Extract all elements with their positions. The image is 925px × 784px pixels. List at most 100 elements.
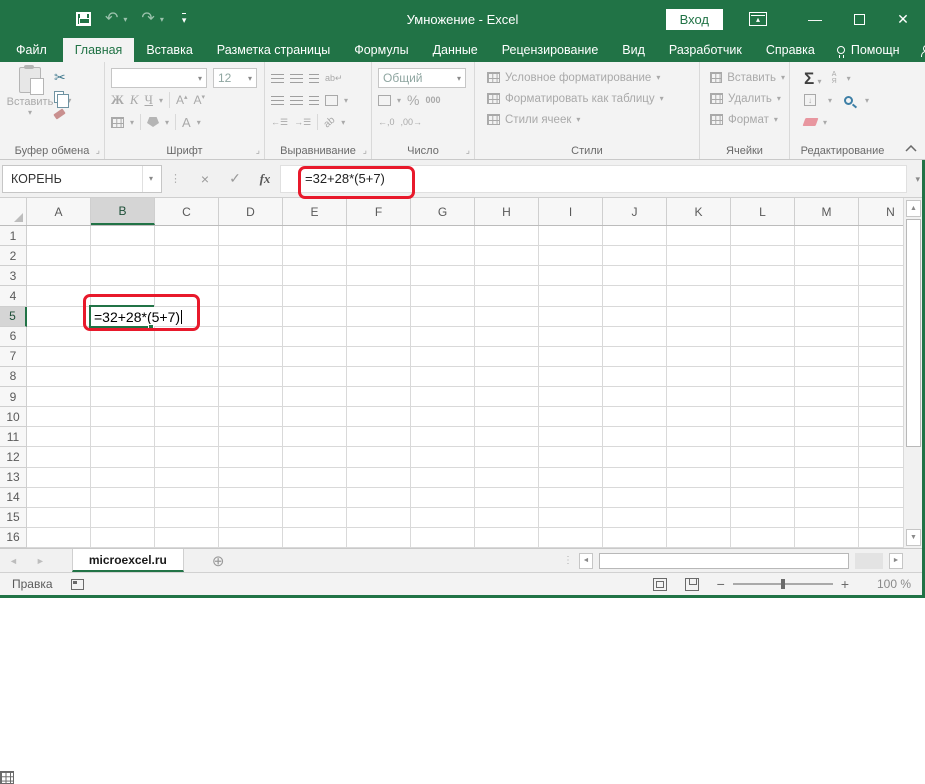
tab-help[interactable]: Справка <box>754 38 827 62</box>
row-header-6[interactable]: 6 <box>0 327 27 347</box>
row-header-2[interactable]: 2 <box>0 246 27 266</box>
save-icon[interactable] <box>76 12 91 26</box>
macro-record-icon[interactable] <box>71 579 84 590</box>
column-header-J[interactable]: J <box>603 198 667 225</box>
grid-row[interactable] <box>27 528 903 548</box>
new-sheet-icon[interactable]: ⊕ <box>198 549 239 572</box>
tab-formulas[interactable]: Формулы <box>342 38 420 62</box>
alignment-dialog-launcher-icon[interactable]: ⌟ <box>363 145 367 156</box>
row-header-12[interactable]: 12 <box>0 447 27 467</box>
column-header-E[interactable]: E <box>283 198 347 225</box>
grid-row[interactable] <box>27 427 903 447</box>
grid-row[interactable] <box>27 226 903 246</box>
cancel-entry-icon[interactable]: × <box>190 171 220 187</box>
grid-row[interactable] <box>27 387 903 407</box>
vertical-scrollbar-thumb[interactable] <box>906 219 921 447</box>
name-box-dropdown-icon[interactable]: ▾ <box>142 166 153 192</box>
select-all-corner[interactable] <box>0 198 27 225</box>
scroll-left-icon[interactable]: ◄ <box>579 553 593 569</box>
column-header-M[interactable]: M <box>795 198 859 225</box>
sheet-tab-active[interactable]: microexcel.ru <box>72 549 184 572</box>
column-header-F[interactable]: F <box>347 198 411 225</box>
column-header-B[interactable]: B <box>91 198 155 225</box>
tab-insert[interactable]: Вставка <box>134 38 204 62</box>
insert-function-icon[interactable]: fx <box>250 171 280 187</box>
zoom-in-icon[interactable]: + <box>841 576 849 592</box>
column-header-H[interactable]: H <box>475 198 539 225</box>
assistant-control[interactable]: Помощн <box>827 38 910 62</box>
zoom-level[interactable]: 100 % <box>867 577 911 591</box>
collapse-ribbon-icon[interactable] <box>905 141 917 155</box>
zoom-out-icon[interactable]: − <box>717 576 725 592</box>
signin-button[interactable]: Вход <box>666 9 723 30</box>
row-header-7[interactable]: 7 <box>0 347 27 367</box>
grid-row[interactable] <box>27 367 903 387</box>
undo-icon[interactable]: ↶ <box>105 11 118 27</box>
tab-page-layout[interactable]: Разметка страницы <box>205 38 342 62</box>
minimize-button[interactable]: — <box>793 0 837 38</box>
row-header-1[interactable]: 1 <box>0 226 27 246</box>
grid-rows[interactable] <box>27 226 903 548</box>
clear-icon[interactable] <box>803 118 819 126</box>
row-header-4[interactable]: 4 <box>0 286 27 306</box>
customize-qat-icon[interactable]: ▾ <box>182 13 187 26</box>
expand-formula-bar-icon[interactable]: ▾ <box>915 174 920 185</box>
row-header-16[interactable]: 16 <box>0 528 27 548</box>
row-header-9[interactable]: 9 <box>0 387 27 407</box>
row-header-5[interactable]: 5 <box>0 307 27 327</box>
zoom-slider-handle[interactable] <box>781 579 785 589</box>
row-header-3[interactable]: 3 <box>0 266 27 286</box>
grid-row[interactable] <box>27 488 903 508</box>
name-box[interactable]: КОРЕНЬ ▾ <box>2 165 162 193</box>
enter-entry-icon[interactable]: ✓ <box>220 170 250 187</box>
vertical-scrollbar[interactable]: ▲ ▼ <box>903 198 922 548</box>
undo-dropdown-icon[interactable]: ▾ <box>123 15 127 24</box>
column-header-L[interactable]: L <box>731 198 795 225</box>
clipboard-dialog-launcher-icon[interactable]: ⌟ <box>96 145 100 156</box>
column-header-I[interactable]: I <box>539 198 603 225</box>
scroll-up-icon[interactable]: ▲ <box>906 200 921 217</box>
format-painter-icon[interactable] <box>53 108 65 119</box>
row-header-13[interactable]: 13 <box>0 468 27 488</box>
zoom-slider[interactable] <box>733 583 833 585</box>
autosum-button[interactable]: Σ ▾ <box>804 70 822 87</box>
redo-dropdown-icon[interactable]: ▾ <box>160 15 164 24</box>
tab-view[interactable]: Вид <box>610 38 657 62</box>
row-header-15[interactable]: 15 <box>0 508 27 528</box>
sheet-prev-icon[interactable]: ◄ <box>0 549 27 572</box>
page-layout-view-icon[interactable] <box>653 578 667 591</box>
column-header-K[interactable]: K <box>667 198 731 225</box>
tab-file[interactable]: Файл <box>0 38 63 62</box>
horizontal-scrollbar-thumb[interactable] <box>599 553 849 569</box>
row-header-8[interactable]: 8 <box>0 367 27 387</box>
redo-icon[interactable]: ↷ <box>141 11 154 27</box>
tab-data[interactable]: Данные <box>421 38 490 62</box>
grid-row[interactable] <box>27 468 903 488</box>
spreadsheet-grid[interactable]: ABCDEFGHIJKLMN 12345678910111213141516 <box>0 198 903 548</box>
grid-row[interactable] <box>27 347 903 367</box>
row-header-11[interactable]: 11 <box>0 427 27 447</box>
find-select-icon[interactable] <box>844 96 853 105</box>
column-header-N[interactable]: N <box>859 198 903 225</box>
column-header-D[interactable]: D <box>219 198 283 225</box>
grid-row[interactable] <box>27 508 903 528</box>
number-dialog-launcher-icon[interactable]: ⌟ <box>466 145 470 156</box>
sheet-next-icon[interactable]: ► <box>27 549 54 572</box>
ribbon-display-options-icon[interactable]: ▴ <box>749 12 767 26</box>
horizontal-scrollbar-track[interactable] <box>855 553 883 569</box>
maximize-button[interactable] <box>837 0 881 38</box>
normal-view-icon[interactable] <box>0 771 14 784</box>
splitter-dots-icon[interactable]: ⋮ <box>563 555 573 566</box>
scroll-down-icon[interactable]: ▼ <box>906 529 921 546</box>
tab-developer[interactable]: Разработчик <box>657 38 754 62</box>
row-header-10[interactable]: 10 <box>0 407 27 427</box>
copy-button[interactable]: ▾ <box>54 91 71 106</box>
close-button[interactable]: ✕ <box>881 0 925 38</box>
row-header-14[interactable]: 14 <box>0 488 27 508</box>
grid-row[interactable] <box>27 266 903 286</box>
horizontal-scrollbar[interactable]: ⋮ ◄ ► <box>563 549 925 572</box>
grid-row[interactable] <box>27 447 903 467</box>
cut-icon[interactable]: ✂ <box>54 69 71 86</box>
tab-home[interactable]: Главная <box>63 38 135 62</box>
column-header-G[interactable]: G <box>411 198 475 225</box>
